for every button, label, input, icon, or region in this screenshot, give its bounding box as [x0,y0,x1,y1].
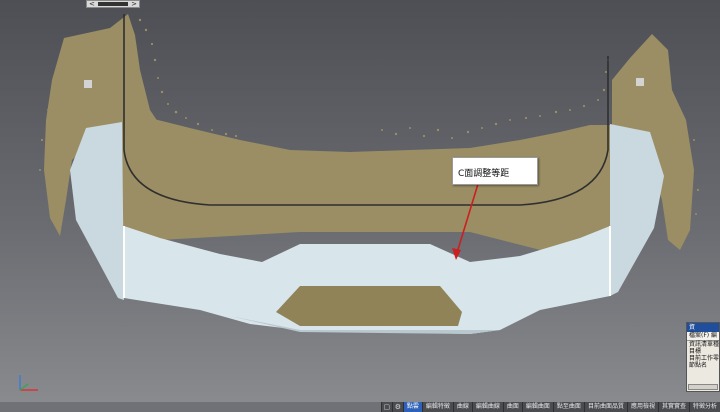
callout-text: C面調整等距 [458,169,510,179]
mode-tab[interactable]: 編輯特徵 [421,402,453,412]
gear-icon[interactable]: ⚙ [391,402,403,412]
mode-tab[interactable]: 編輯曲面 [521,402,553,412]
mode-tab[interactable]: 應用檢視 [626,402,658,412]
mode-tab[interactable]: 曲線 [452,402,472,412]
info-panel-row: 節點名 [689,362,708,369]
slider-right-arrow[interactable]: > [131,1,137,8]
scan-center [122,118,612,255]
top-slider[interactable]: < > [86,0,140,8]
scan-lower-panel [276,286,462,326]
info-panel-menu[interactable]: 檔案(F) 編 [687,332,719,341]
mode-tab[interactable]: 特徵分析 [688,402,720,412]
info-panel[interactable]: 資 檔案(F) 編 資訊清單種 目標 目前工作零 節點名 [686,322,720,392]
slider-thumb[interactable] [98,2,128,6]
mode-tab[interactable]: 其實實查 [657,402,689,412]
mode-tab[interactable]: 曲面 [502,402,522,412]
marker-tab-right [636,78,644,86]
info-panel-scrollbar[interactable] [688,384,718,390]
info-panel-row: 目標 [689,348,702,355]
3d-viewport[interactable] [0,0,720,412]
info-panel-row: 資訊清單種 [689,341,720,348]
mode-tab[interactable]: 點至曲面 [552,402,584,412]
mode-tab[interactable]: 目前曲面品質 [583,402,627,412]
scan-point-cloud [39,14,700,255]
mode-tab[interactable]: 編輯曲線 [471,402,503,412]
axis-triad [19,375,38,391]
mode-bar: ▢ ⚙ 點雲 編輯特徵 曲線 編輯曲線 曲面 編輯曲面 點至曲面 目前曲面品質 … [0,402,720,412]
box-icon[interactable]: ▢ [380,402,392,412]
info-panel-title: 資 [687,323,719,332]
info-panel-row: 目前工作零 [689,355,720,362]
mode-tab[interactable]: 點雲 [402,402,422,412]
callout-note[interactable]: C面調整等距 [452,157,538,185]
slider-left-arrow[interactable]: < [89,1,95,8]
marker-tab-left [84,80,92,88]
